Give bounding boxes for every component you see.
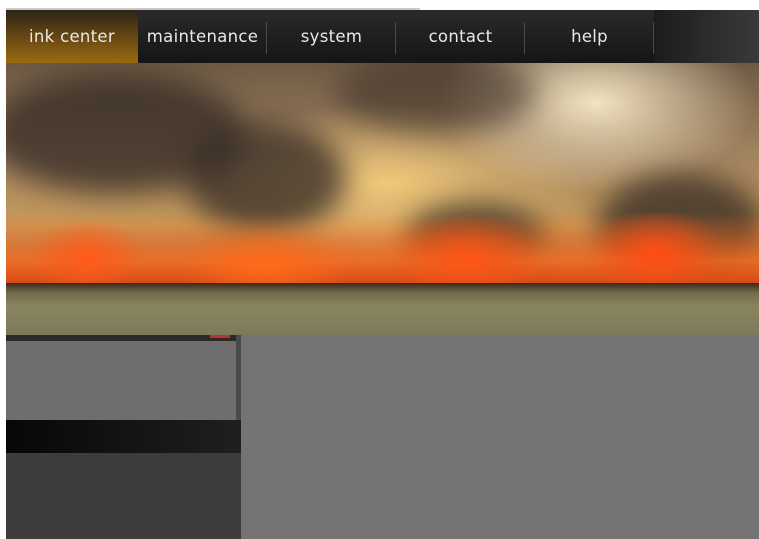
- accent-mark: [210, 335, 230, 338]
- main-nav: ink center maintenance system contact he…: [6, 10, 759, 63]
- fire-line: [6, 213, 759, 293]
- left-panel-bottom: [6, 453, 241, 539]
- nav-item-contact[interactable]: contact: [396, 10, 525, 63]
- printer-web-app: ink center maintenance system contact he…: [6, 10, 759, 539]
- nav-label: system: [300, 27, 363, 46]
- grassland: [6, 283, 759, 335]
- nav-filler: [654, 10, 759, 63]
- nav-item-system[interactable]: system: [267, 10, 396, 63]
- nav-label: ink center: [29, 27, 115, 46]
- left-panel-bar: [6, 420, 241, 453]
- nav-item-ink-center[interactable]: ink center: [6, 10, 138, 63]
- left-panel-top: [6, 335, 236, 420]
- nav-label: contact: [428, 27, 493, 46]
- nav-item-help[interactable]: help: [525, 10, 654, 63]
- hero-banner-image: [6, 63, 759, 335]
- content-panel: [241, 335, 759, 539]
- nav-item-maintenance[interactable]: maintenance: [138, 10, 267, 63]
- nav-label: help: [571, 27, 608, 46]
- nav-label: maintenance: [146, 27, 259, 46]
